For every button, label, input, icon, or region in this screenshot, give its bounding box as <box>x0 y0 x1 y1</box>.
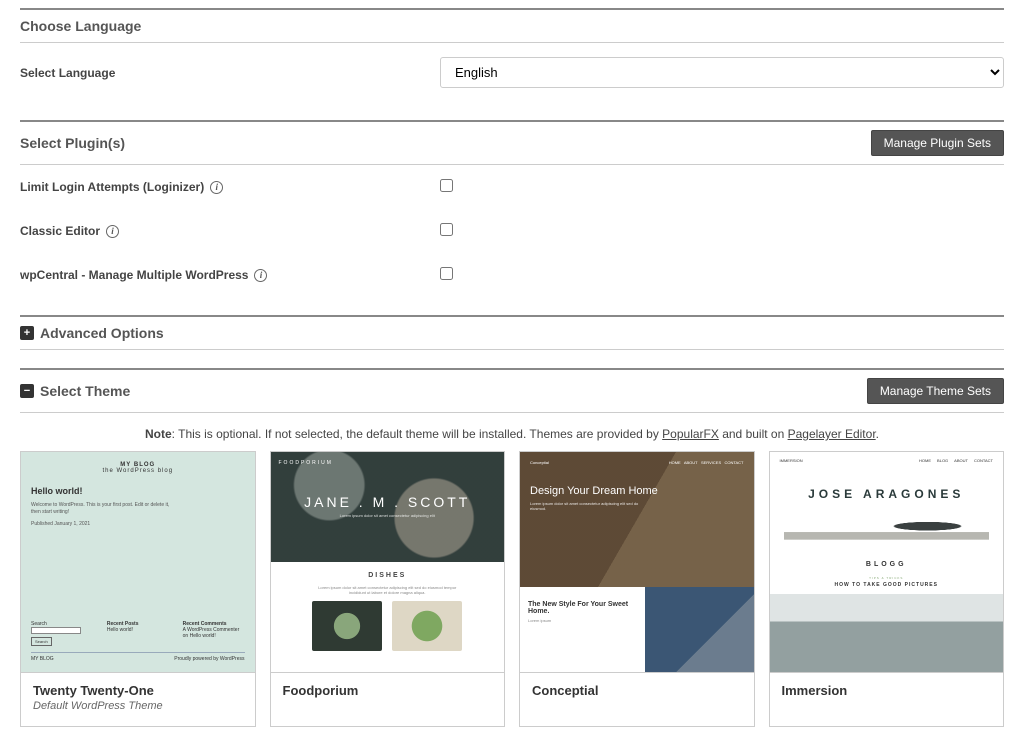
select-plugins-section: Select Plugin(s) Manage Plugin Sets Limi… <box>20 120 1004 297</box>
language-select[interactable]: English <box>440 57 1004 88</box>
choose-language-section: Choose Language Select Language English <box>20 8 1004 102</box>
theme-preview: MY BLOG the WordPress blog Hello world! … <box>21 452 255 672</box>
minus-icon: − <box>20 384 34 398</box>
theme-card-conceptial[interactable]: Conceptial HOME ABOUT SERVICES CONTACT D… <box>519 451 755 727</box>
plugin-label: Limit Login Attempts (Loginizer) <box>20 180 204 194</box>
theme-preview: Conceptial HOME ABOUT SERVICES CONTACT D… <box>520 452 754 672</box>
popularfx-link[interactable]: PopularFX <box>662 427 719 441</box>
language-label: Select Language <box>20 66 440 80</box>
theme-card-immersion[interactable]: IMMERSION HOME BLOG ABOUT CONTACT JOSE A… <box>769 451 1005 727</box>
select-theme-header[interactable]: − Select Theme Manage Theme Sets <box>20 368 1004 413</box>
plugin-row-classic-editor: Classic Editor i <box>20 209 1004 253</box>
select-theme-section: − Select Theme Manage Theme Sets Note: T… <box>20 368 1004 727</box>
plugin-label: wpCentral - Manage Multiple WordPress <box>20 268 248 282</box>
info-icon[interactable]: i <box>210 181 223 194</box>
theme-subtitle: Default WordPress Theme <box>33 700 243 712</box>
advanced-options-header[interactable]: + Advanced Options <box>20 315 1004 350</box>
advanced-options-section: + Advanced Options <box>20 315 1004 350</box>
theme-preview: IMMERSION HOME BLOG ABOUT CONTACT JOSE A… <box>770 452 1004 672</box>
plugin-label: Classic Editor <box>20 224 100 238</box>
advanced-options-title: Advanced Options <box>40 325 164 341</box>
select-plugins-title: Select Plugin(s) <box>20 135 125 151</box>
manage-theme-sets-button[interactable]: Manage Theme Sets <box>867 378 1004 404</box>
theme-name: Immersion <box>782 683 992 698</box>
plugin-checkbox-loginizer[interactable] <box>440 179 453 192</box>
language-row: Select Language English <box>20 43 1004 102</box>
theme-preview: FOODPORIUM JANE . M . SCOTT Lorem ipsum … <box>271 452 505 672</box>
plus-icon: + <box>20 326 34 340</box>
info-icon[interactable]: i <box>254 269 267 282</box>
select-theme-title: Select Theme <box>40 383 130 399</box>
theme-name: Foodporium <box>283 683 493 698</box>
select-plugins-header: Select Plugin(s) Manage Plugin Sets <box>20 120 1004 165</box>
theme-name: Twenty Twenty-One <box>33 683 243 698</box>
pagelayer-link[interactable]: Pagelayer Editor <box>788 427 876 441</box>
plugin-row-loginizer: Limit Login Attempts (Loginizer) i <box>20 165 1004 209</box>
manage-plugin-sets-button[interactable]: Manage Plugin Sets <box>871 130 1004 156</box>
plugin-checkbox-wpcentral[interactable] <box>440 267 453 280</box>
choose-language-header: Choose Language <box>20 8 1004 43</box>
theme-name: Conceptial <box>532 683 742 698</box>
themes-grid: MY BLOG the WordPress blog Hello world! … <box>20 451 1004 727</box>
plugin-row-wpcentral: wpCentral - Manage Multiple WordPress i <box>20 253 1004 297</box>
theme-card-twenty-twenty-one[interactable]: MY BLOG the WordPress blog Hello world! … <box>20 451 256 727</box>
theme-card-foodporium[interactable]: FOODPORIUM JANE . M . SCOTT Lorem ipsum … <box>270 451 506 727</box>
choose-language-title: Choose Language <box>20 18 141 34</box>
info-icon[interactable]: i <box>106 225 119 238</box>
theme-note: Note: This is optional. If not selected,… <box>20 427 1004 441</box>
plugin-checkbox-classic-editor[interactable] <box>440 223 453 236</box>
